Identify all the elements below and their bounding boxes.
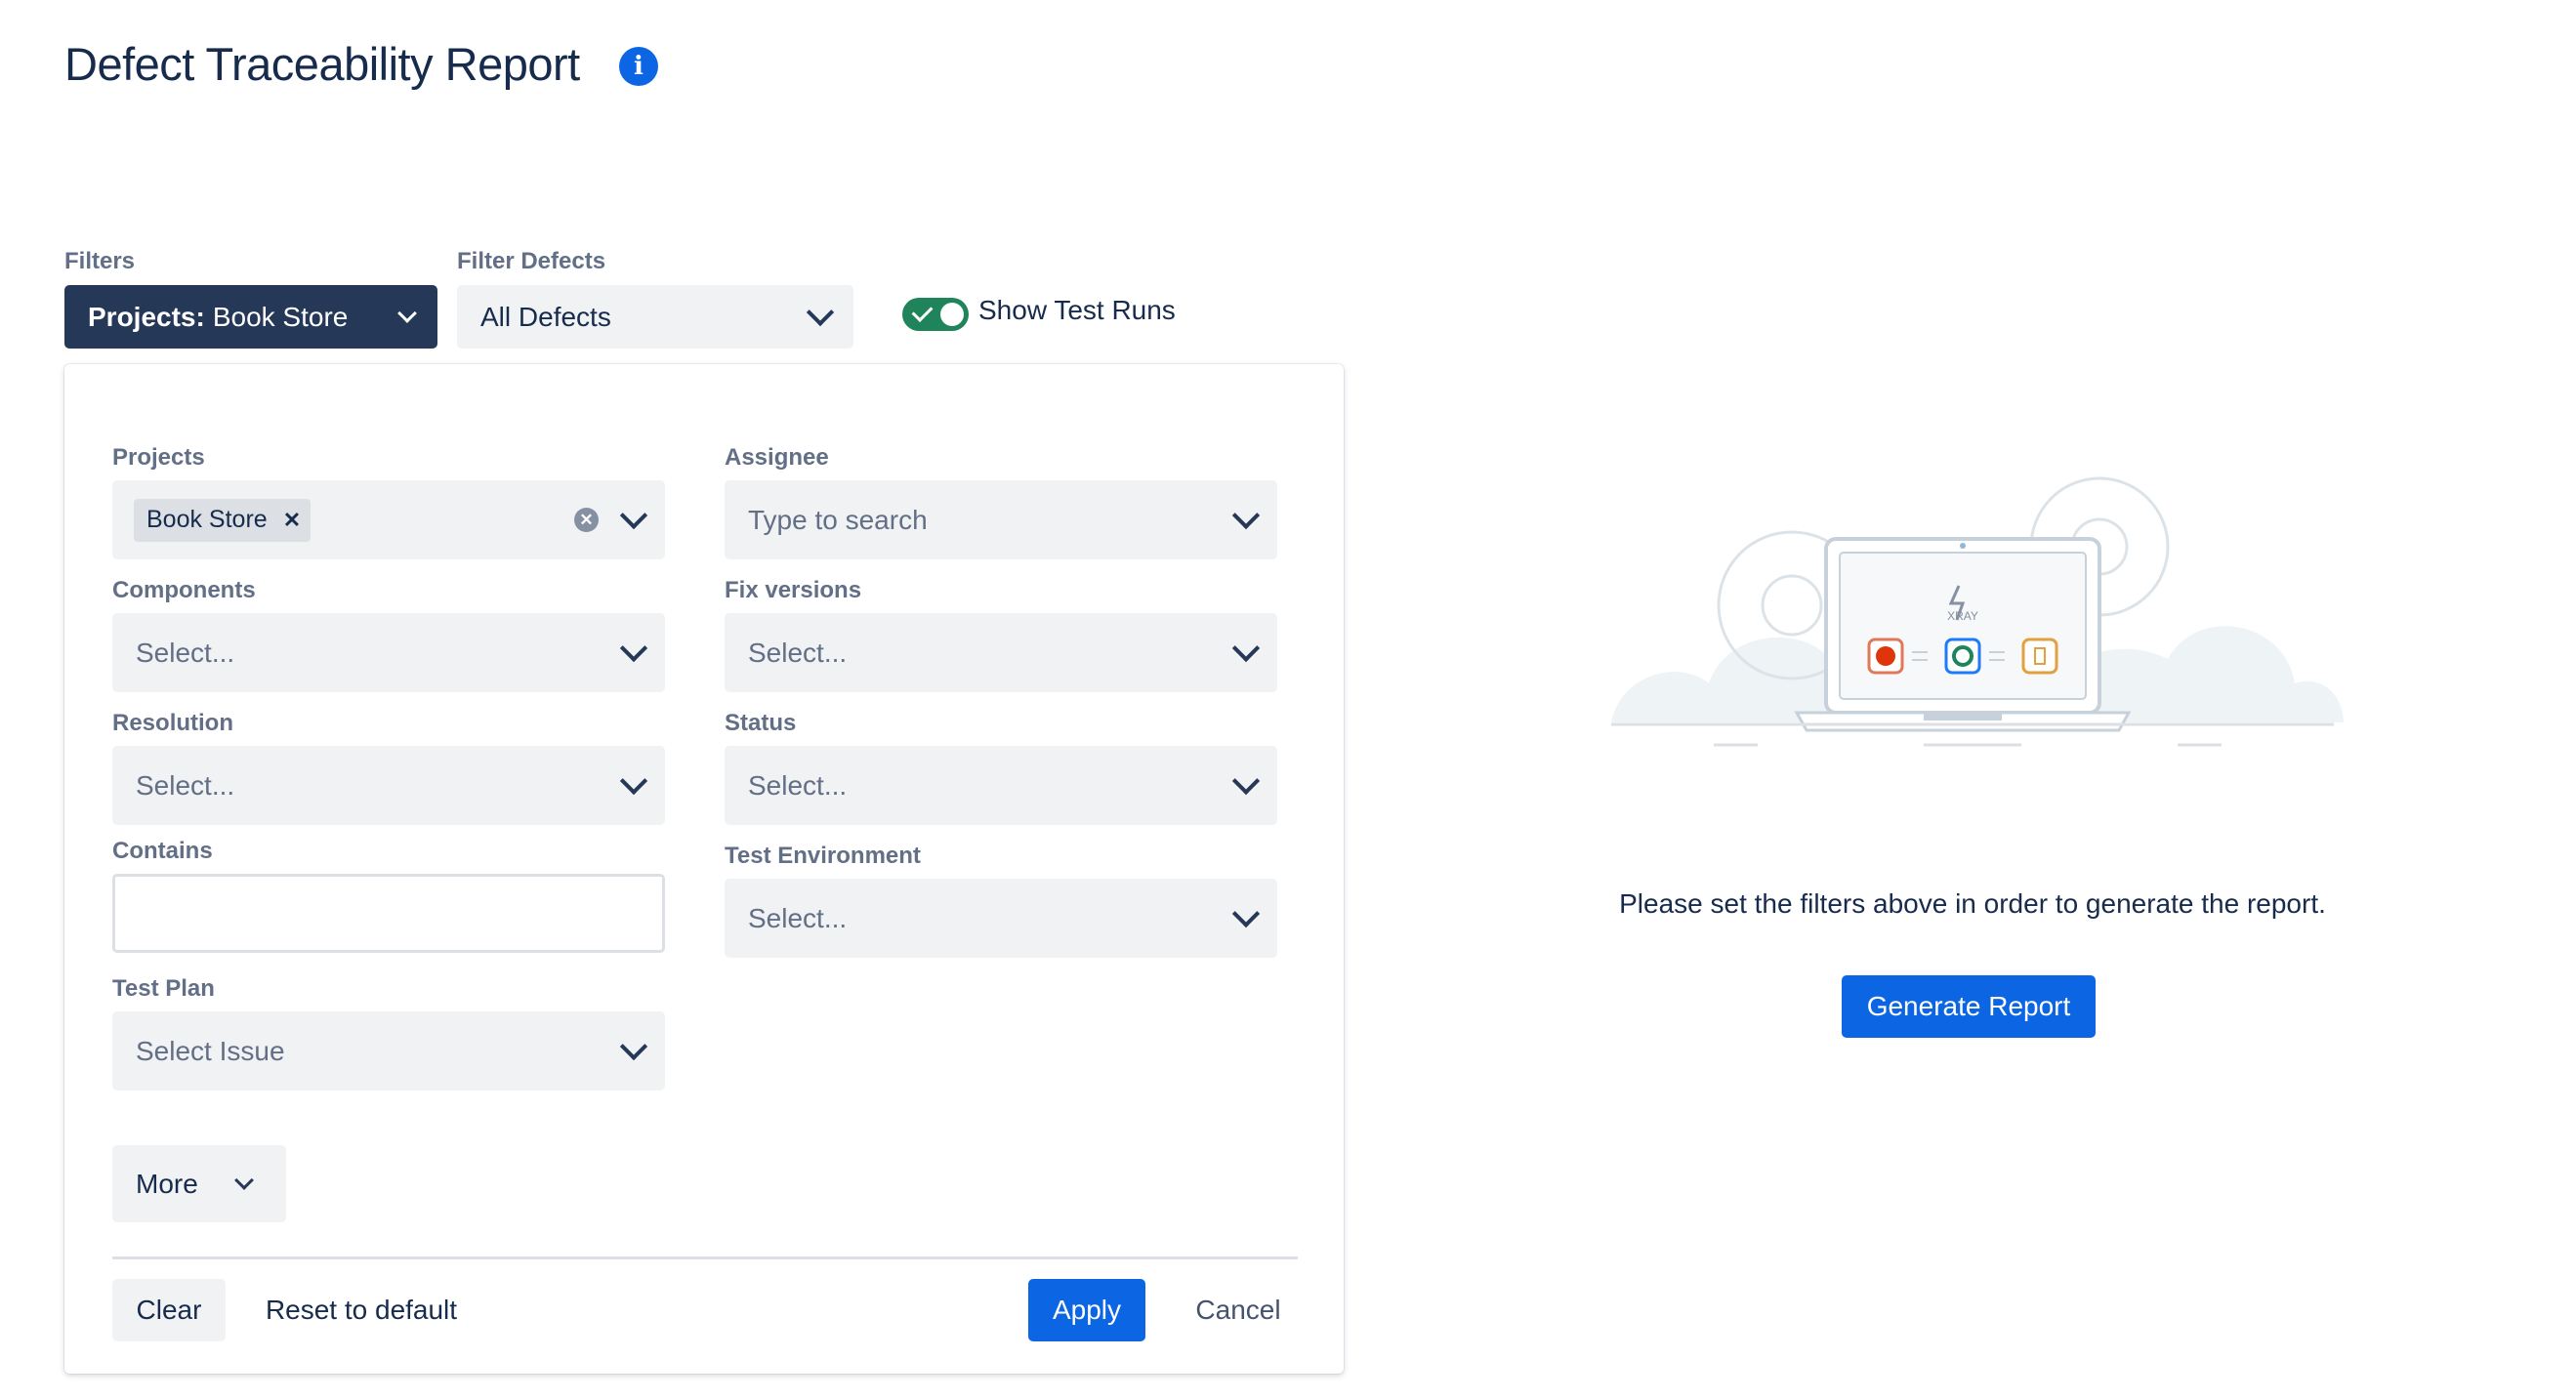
filter-panel: Projects Book Store ✕ ✕ Components Selec… [64,364,1344,1374]
filter-defects-label: Filter Defects [457,248,606,274]
chevron-down-icon [619,1032,648,1060]
resolution-label: Resolution [112,710,233,736]
chevron-down-icon [234,1170,254,1190]
status-placeholder: Select... [748,769,848,801]
reset-to-default-button[interactable]: Reset to default [248,1279,475,1341]
assignee-placeholder: Type to search [748,504,928,535]
apply-button[interactable]: Apply [1028,1279,1145,1341]
fix-versions-placeholder: Select... [748,637,848,668]
components-placeholder: Select... [136,637,235,668]
chevron-down-icon [806,298,835,326]
empty-state-message: Please set the filters above in order to… [1619,888,2326,919]
chevron-down-icon [1231,634,1261,662]
remove-tag-icon[interactable]: ✕ [283,508,301,533]
generate-report-button[interactable]: Generate Report [1842,975,2096,1038]
laptop-icon [1794,537,2132,732]
filters-button-value: Book Store [212,301,349,332]
filter-defects-select[interactable]: All Defects [457,285,853,349]
assignee-label: Assignee [725,444,829,471]
check-icon [911,301,934,322]
cancel-button[interactable]: Cancel [1175,1279,1302,1341]
resolution-placeholder: Select... [136,769,235,801]
status-select[interactable]: Select... [725,746,1277,825]
test-environment-placeholder: Select... [748,902,848,933]
toggle-knob [940,303,964,326]
project-tag: Book Store ✕ [134,498,312,542]
projects-select[interactable]: Book Store ✕ ✕ [112,480,665,559]
contains-label: Contains [112,838,213,864]
show-test-runs-toggle[interactable] [902,298,969,331]
project-tag-label: Book Store [146,506,268,533]
illustration-caption: XRAY [1947,609,1978,623]
chevron-down-icon[interactable] [619,501,648,529]
filters-button-prefix: Projects: [88,301,205,332]
filter-defects-value: All Defects [480,301,611,332]
more-label: More [136,1168,198,1199]
test-plan-select[interactable]: Select Issue [112,1011,665,1091]
test-plan-label: Test Plan [112,975,215,1002]
filters-button[interactable]: Projects: Book Store [64,285,437,349]
status-label: Status [725,710,797,736]
test-environment-select[interactable]: Select... [725,879,1277,958]
fix-versions-select[interactable]: Select... [725,613,1277,692]
chevron-down-icon [1231,501,1261,529]
clear-selection-icon[interactable]: ✕ [574,508,599,532]
clear-button[interactable]: Clear [112,1279,226,1341]
projects-label: Projects [112,444,205,471]
contains-input[interactable] [112,874,665,953]
test-environment-label: Test Environment [725,843,921,869]
more-button[interactable]: More [112,1145,286,1222]
info-icon[interactable]: i [619,47,658,86]
page-title: Defect Traceability Report [64,38,580,90]
chevron-down-icon [619,766,648,795]
resolution-select[interactable]: Select... [112,746,665,825]
chevron-down-icon [619,634,648,662]
chevron-down-icon [1231,899,1261,927]
fix-versions-label: Fix versions [725,577,862,603]
show-test-runs-label: Show Test Runs [978,295,1176,325]
chevron-down-icon [397,303,417,323]
chevron-down-icon [1231,766,1261,795]
test-plan-placeholder: Select Issue [136,1035,285,1066]
components-select[interactable]: Select... [112,613,665,692]
components-label: Components [112,577,256,603]
filters-label: Filters [64,248,136,274]
footer-divider [112,1256,1298,1259]
assignee-select[interactable]: Type to search [725,480,1277,559]
empty-state-illustration: XRAY [1611,476,2344,747]
